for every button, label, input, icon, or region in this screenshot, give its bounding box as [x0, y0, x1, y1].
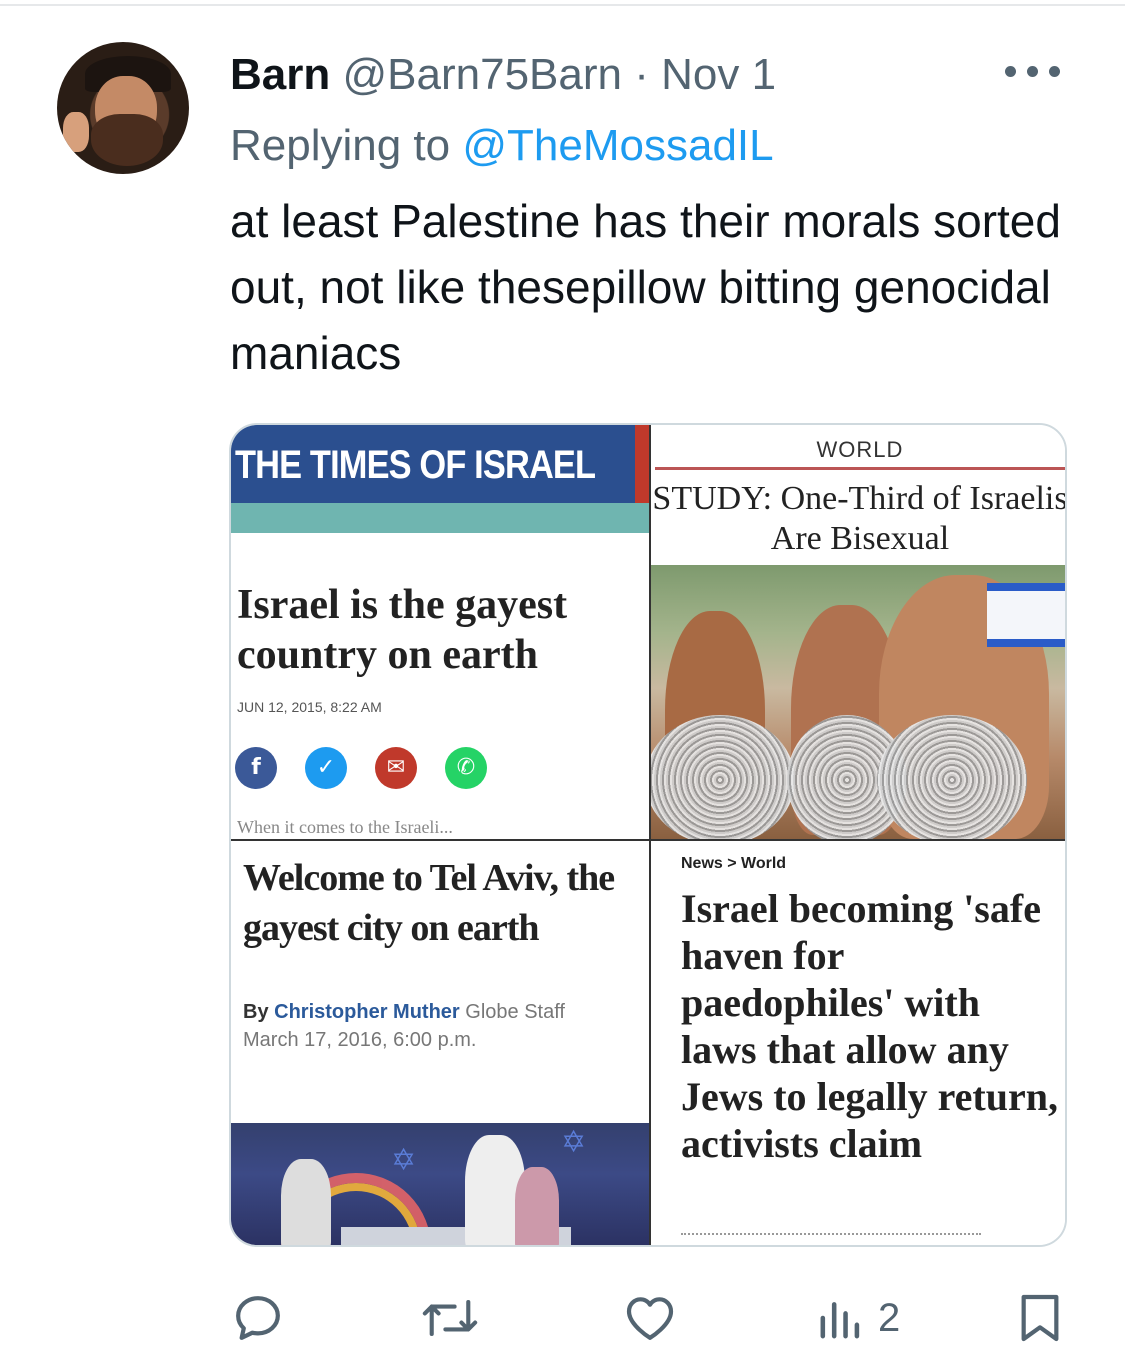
author-name[interactable]: Barn: [230, 50, 330, 99]
panel4-breadcrumb: News > World: [681, 855, 787, 872]
tweet-media-image[interactable]: THE TIMES OF ISRAEL Israel is the gayest…: [229, 423, 1067, 1247]
panel3-byline: By Christopher Muther Globe Staff: [243, 1001, 565, 1024]
views-icon: [820, 1302, 860, 1339]
panel1-headline: Israel is the gayest country on earth: [237, 582, 568, 678]
bookmark-icon: [1021, 1294, 1059, 1342]
facebook-icon: f: [235, 747, 277, 789]
tweet-date[interactable]: Nov 1: [661, 50, 776, 99]
panel1-date: JUN 12, 2015, 8:22 AM: [237, 699, 382, 715]
panel-study: WORLD STUDY: One-Third of Israelis Are B…: [651, 425, 1067, 839]
bookmark-button[interactable]: [1016, 1290, 1064, 1346]
masthead-red-mark: [635, 425, 649, 503]
heart-icon: [626, 1297, 674, 1340]
more-options-icon[interactable]: [1005, 62, 1065, 82]
avatar-hand: [63, 112, 89, 152]
panel-safe-haven: News > World Israel becoming 'safe haven…: [651, 839, 1065, 1245]
author-handle[interactable]: @Barn75Barn: [342, 50, 622, 99]
views-count: 2: [878, 1295, 901, 1340]
panel1-cut-text: When it comes to the Israeli...: [237, 817, 453, 837]
replying-to: Replying to @TheMossadIL: [230, 118, 774, 174]
reply-button[interactable]: [230, 1290, 286, 1346]
tweet-text: at least Palestine has their morals sort…: [230, 195, 1061, 379]
panel3-date: March 17, 2016, 6:00 p.m.: [243, 1029, 477, 1051]
panel-tel-aviv: Welcome to Tel Aviv, the gayest city on …: [231, 839, 651, 1245]
whatsapp-icon: ✆: [445, 747, 487, 789]
byline-author: Christopher Muther: [274, 1001, 460, 1023]
panel2-rule: [655, 467, 1065, 470]
censor-blur: [651, 715, 795, 839]
panel4-headline: Israel becoming 'safe haven for paedophi…: [681, 886, 1058, 1166]
parade-float-photo: ✡ ✡: [231, 1123, 649, 1245]
masthead-title: THE TIMES OF ISRAEL: [235, 443, 596, 487]
avatar-beard: [91, 114, 163, 166]
flag: [987, 583, 1065, 647]
retweet-button[interactable]: [418, 1290, 482, 1346]
avatar[interactable]: [57, 42, 189, 174]
panel4-cut-line: [681, 1233, 981, 1237]
panel-times-of-israel: THE TIMES OF ISRAEL Israel is the gayest…: [231, 425, 651, 839]
alert-strip: [231, 503, 649, 533]
tweet-header: Barn @Barn75Barn · Nov 1: [230, 48, 776, 102]
like-button[interactable]: [622, 1290, 678, 1346]
retweet-icon: [422, 1299, 478, 1337]
panel2-headline: STUDY: One-Third of Israelis Are Bisexua…: [652, 480, 1067, 557]
replying-mention-link[interactable]: @TheMossadIL: [462, 121, 773, 170]
separator-dot: ·: [634, 50, 649, 99]
panel2-section: WORLD: [816, 437, 904, 462]
figure-1: [281, 1159, 331, 1245]
top-divider: [0, 4, 1125, 6]
twitter-icon: ✓: [305, 747, 347, 789]
action-bar: 2: [230, 1290, 1070, 1350]
byline-by: By: [243, 1001, 269, 1023]
email-icon: ✉: [375, 747, 417, 789]
reply-icon: [236, 1296, 280, 1340]
replying-prefix: Replying to: [230, 121, 451, 170]
parade-photo: [651, 565, 1065, 839]
censor-blur: [877, 715, 1027, 839]
figure-3: [515, 1167, 559, 1245]
byline-staff: Globe Staff: [465, 1001, 565, 1023]
star-icon: ✡: [561, 1125, 587, 1160]
views-button[interactable]: 2: [816, 1290, 900, 1346]
panel3-headline: Welcome to Tel Aviv, the gayest city on …: [243, 857, 615, 949]
star-icon: ✡: [391, 1143, 417, 1178]
